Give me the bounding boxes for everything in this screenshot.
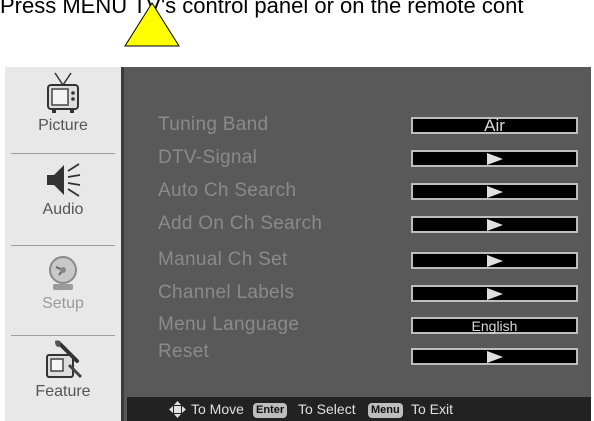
- select-hint: To Select: [298, 401, 356, 417]
- menu-item-manual-ch-set[interactable]: Manual Ch Set: [158, 249, 288, 271]
- menu-item-dtv-signal[interactable]: DTV-Signal: [158, 147, 257, 169]
- sidebar-item-feature[interactable]: Feature: [5, 337, 121, 401]
- enter-key-label: Enter: [253, 402, 288, 418]
- arrow-right-icon: [486, 351, 503, 363]
- dpad-icon: [169, 401, 186, 418]
- menu-sidebar: Picture Audio Setup Feature: [5, 67, 124, 421]
- help-bar: To Move Enter To Select Menu To Exit: [127, 397, 591, 421]
- auto-ch-search-button[interactable]: [411, 183, 578, 200]
- dtv-signal-button[interactable]: [411, 150, 578, 167]
- tv-icon: [47, 72, 79, 113]
- menu-item-reset[interactable]: Reset: [158, 341, 209, 363]
- instruction-text: Press MENU TV's control panel or on the …: [0, 0, 524, 18]
- arrow-right-icon: [486, 255, 503, 267]
- speaker-icon: [47, 163, 81, 197]
- divider: [11, 153, 115, 154]
- tv-menu-panel: Picture Audio Setup Feature Tuning Band …: [5, 67, 591, 421]
- sidebar-item-setup[interactable]: Setup: [5, 253, 121, 313]
- sidebar-item-audio[interactable]: Audio: [5, 161, 121, 219]
- divider: [11, 335, 115, 336]
- sidebar-item-picture[interactable]: Picture: [5, 71, 121, 135]
- menu-item-add-on-ch-search[interactable]: Add On Ch Search: [158, 213, 322, 235]
- menu-key-badge: Menu: [368, 397, 403, 421]
- manual-ch-set-button[interactable]: [411, 252, 578, 269]
- reset-button[interactable]: [411, 348, 578, 365]
- satellite-dish-icon: [49, 256, 77, 290]
- sidebar-item-label: Audio: [42, 201, 84, 218]
- menu-item-menu-language[interactable]: Menu Language: [158, 314, 299, 336]
- arrow-right-icon: [486, 186, 503, 198]
- enter-key-badge: Enter: [253, 397, 288, 421]
- menu-item-tuning-band[interactable]: Tuning Band: [158, 114, 268, 136]
- sidebar-item-label: Setup: [42, 295, 84, 312]
- channel-labels-button[interactable]: [411, 285, 578, 302]
- menu-item-channel-labels[interactable]: Channel Labels: [158, 282, 294, 304]
- menu-key-label: Menu: [368, 402, 403, 418]
- tools-icon: [46, 340, 83, 379]
- menu-language-value[interactable]: English: [411, 317, 578, 334]
- add-on-ch-search-button[interactable]: [411, 216, 578, 233]
- sidebar-item-label: Feature: [35, 383, 91, 400]
- move-hint: To Move: [191, 401, 244, 417]
- arrow-right-icon: [486, 153, 503, 165]
- arrow-right-icon: [486, 219, 503, 231]
- menu-item-auto-ch-search[interactable]: Auto Ch Search: [158, 180, 296, 202]
- arrow-right-icon: [486, 288, 503, 300]
- tuning-band-value-text: Air: [484, 116, 505, 135]
- sidebar-item-label: Picture: [38, 117, 88, 134]
- exit-hint: To Exit: [411, 401, 454, 417]
- menu-language-value-text: English: [471, 318, 518, 334]
- tuning-band-value[interactable]: Air: [411, 117, 578, 134]
- divider: [11, 245, 115, 246]
- pointer-triangle-icon: [124, 2, 180, 47]
